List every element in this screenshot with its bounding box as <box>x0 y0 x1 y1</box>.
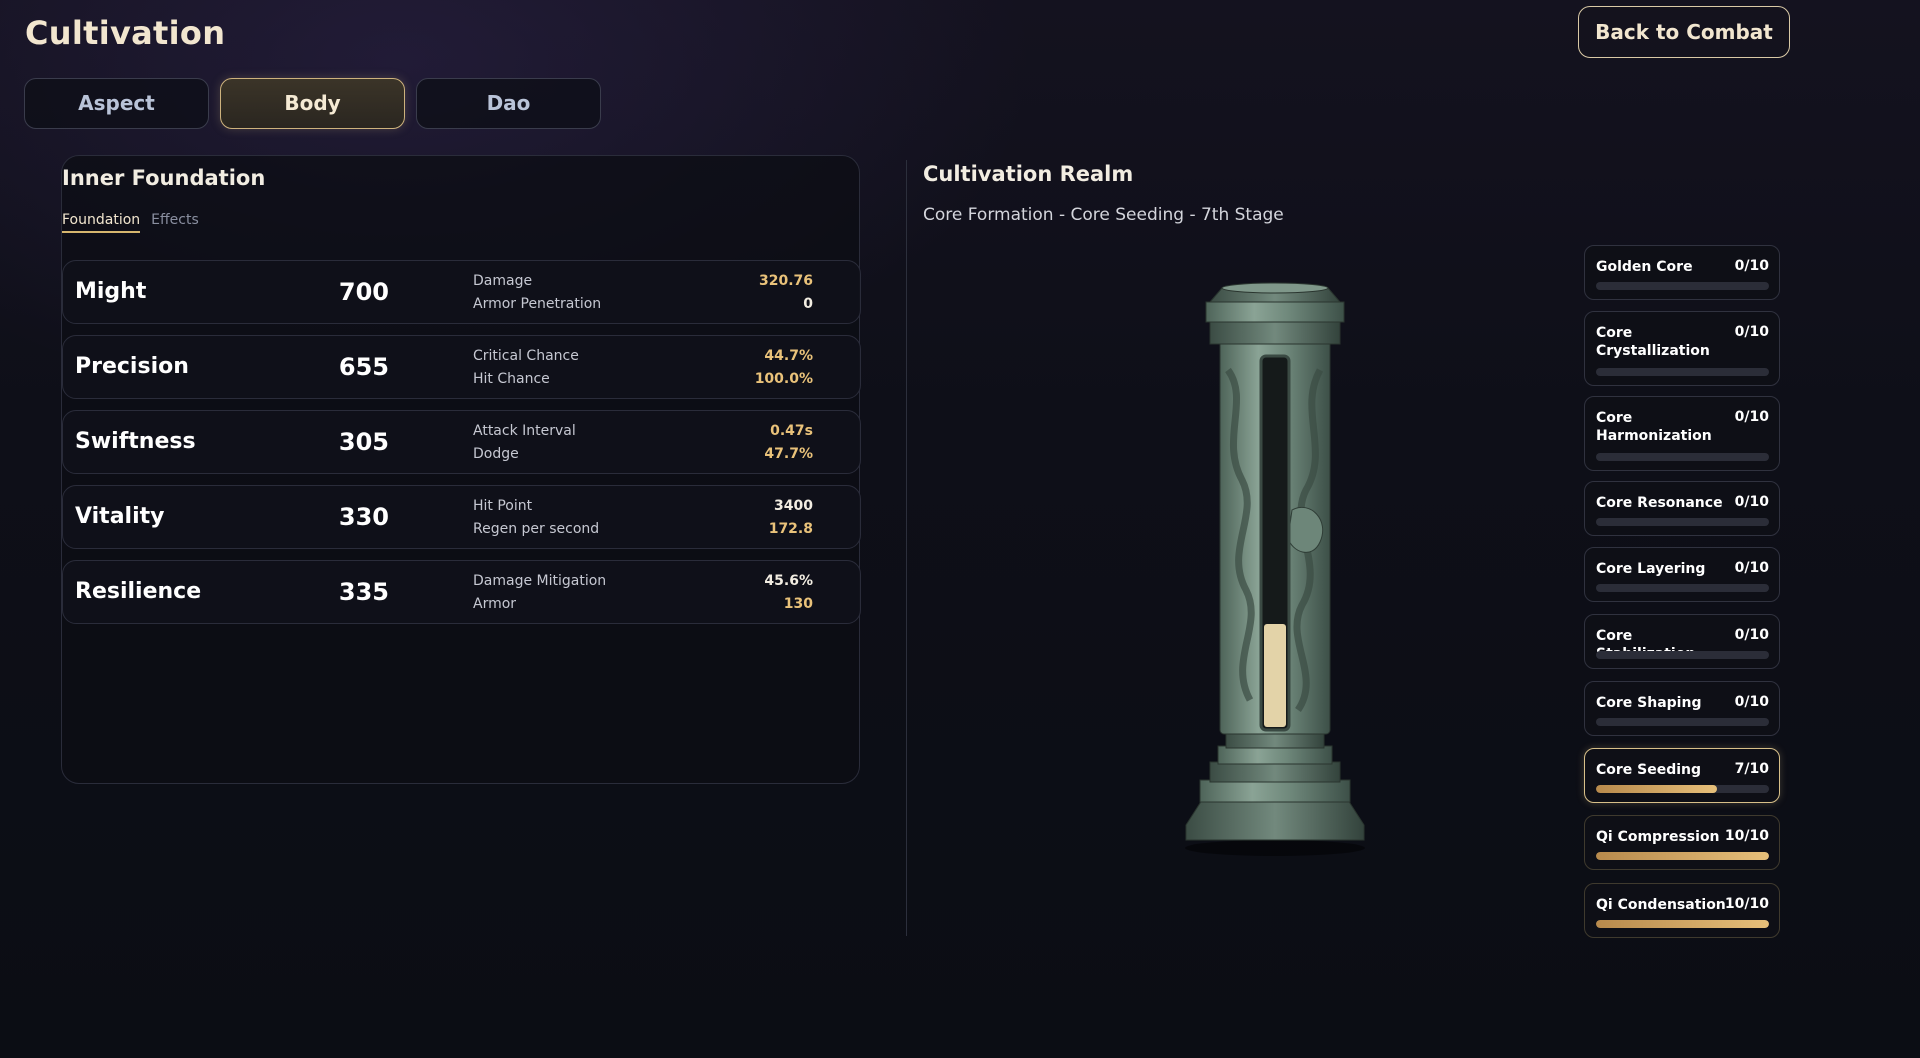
stat-value: 700 <box>338 278 389 306</box>
stat-name: Vitality <box>75 504 165 529</box>
stage-progress: 0/10 <box>1734 694 1769 710</box>
page-title: Cultivation <box>25 14 226 52</box>
effect-label: Damage <box>473 273 533 289</box>
stage-card-golden-core[interactable]: Golden Core 0/10 <box>1584 245 1780 300</box>
effect-label: Attack Interval <box>473 423 576 439</box>
effect-label: Regen per second <box>473 521 600 537</box>
stage-progress: 0/10 <box>1734 324 1769 340</box>
stat-row-precision: Precision 655 Critical Chance 44.7% Hit … <box>62 335 861 399</box>
effect-label: Damage Mitigation <box>473 573 607 589</box>
cultivation-screen: Cultivation Back to Combat Aspect Body D… <box>0 0 1920 1058</box>
stage-name: Core Harmonization <box>1596 410 1712 444</box>
stage-progress-bar <box>1596 718 1769 726</box>
effect-value: 172.8 <box>768 521 813 537</box>
effect-value: 0.47s <box>770 423 813 439</box>
realm-subtitle: Core Formation - Core Seeding - 7th Stag… <box>923 205 1284 225</box>
stage-progress-bar <box>1596 453 1769 461</box>
stage-card-core-stabilization[interactable]: Core Stabilization 0/10 <box>1584 614 1780 669</box>
stage-card-qi-condensation[interactable]: Qi Condensation 10/10 <box>1584 883 1780 938</box>
stage-card-qi-compression[interactable]: Qi Compression 10/10 <box>1584 815 1780 870</box>
effect-label: Hit Point <box>473 498 533 514</box>
panel-title: Inner Foundation <box>62 166 266 190</box>
stage-progress: 0/10 <box>1734 560 1769 576</box>
effect-value: 130 <box>783 596 813 612</box>
back-to-combat-button[interactable]: Back to Combat <box>1578 6 1790 58</box>
stage-progress-bar <box>1596 651 1769 659</box>
stage-progress-bar <box>1596 785 1769 793</box>
stage-card-core-shaping[interactable]: Core Shaping 0/10 <box>1584 681 1780 736</box>
inner-foundation-panel: Inner Foundation Foundation Effects Migh… <box>61 155 861 784</box>
stage-progress-bar <box>1596 368 1769 376</box>
stat-row-vitality: Vitality 330 Hit Point 3400 Regen per se… <box>62 485 861 549</box>
stat-row-might: Might 700 Damage 320.76 Armor Penetratio… <box>62 260 861 324</box>
stage-name: Core Seeding <box>1596 762 1702 778</box>
stage-name: Golden Core <box>1596 259 1693 275</box>
stat-value: 655 <box>338 353 389 381</box>
stat-name: Resilience <box>75 579 202 604</box>
stage-progress-fill <box>1596 852 1769 860</box>
stage-progress: 10/10 <box>1724 828 1769 844</box>
stage-progress-bar <box>1596 852 1769 860</box>
subtab-effects[interactable]: Effects <box>151 212 199 233</box>
stage-card-core-seeding[interactable]: Core Seeding 7/10 <box>1584 748 1780 803</box>
effect-value: 320.76 <box>758 273 813 289</box>
effect-label: Hit Chance <box>473 371 550 387</box>
stage-progress-bar <box>1596 920 1769 928</box>
stage-progress: 7/10 <box>1734 761 1769 777</box>
stat-name: Might <box>75 279 147 304</box>
stage-progress: 0/10 <box>1734 494 1769 510</box>
foundation-subtabs: Foundation Effects <box>62 212 199 233</box>
effect-value: 100.0% <box>754 371 813 387</box>
effect-value: 44.7% <box>764 348 813 364</box>
stage-card-core-crystallization[interactable]: Core Crystallization 0/10 <box>1584 311 1780 386</box>
realm-title: Cultivation Realm <box>923 162 1134 186</box>
effect-label: Armor Penetration <box>473 296 602 312</box>
stage-progress: 0/10 <box>1734 627 1769 643</box>
dragon-pillar-icon <box>1180 280 1370 860</box>
pillar-fill <box>1264 623 1286 727</box>
tab-body[interactable]: Body <box>220 78 405 129</box>
stage-progress-bar <box>1596 584 1769 592</box>
stage-name: Core Shaping <box>1596 695 1702 711</box>
stat-value: 330 <box>338 503 389 531</box>
stage-progress: 10/10 <box>1724 896 1769 912</box>
stage-progress-fill <box>1596 785 1718 793</box>
stat-value: 305 <box>338 428 389 456</box>
stage-card-core-layering[interactable]: Core Layering 0/10 <box>1584 547 1780 602</box>
tab-aspect[interactable]: Aspect <box>24 78 209 129</box>
tab-dao[interactable]: Dao <box>416 78 601 129</box>
stage-name: Qi Condensation <box>1596 897 1726 913</box>
stage-name: Core Resonance <box>1596 495 1723 511</box>
stat-row-swiftness: Swiftness 305 Attack Interval 0.47s Dodg… <box>62 410 861 474</box>
effect-label: Dodge <box>473 446 519 462</box>
stage-card-core-harmonization[interactable]: Core Harmonization 0/10 <box>1584 396 1780 471</box>
panel-divider <box>906 160 907 936</box>
stage-progress: 0/10 <box>1734 409 1769 425</box>
stage-progress-bar <box>1596 282 1769 290</box>
stage-progress-bar <box>1596 518 1769 526</box>
effect-value: 45.6% <box>764 573 813 589</box>
effect-value: 0 <box>803 296 813 312</box>
effect-label: Armor <box>473 596 517 612</box>
effect-label: Critical Chance <box>473 348 579 364</box>
effect-value: 47.7% <box>764 446 813 462</box>
stage-name: Core Crystallization <box>1596 325 1710 359</box>
stat-value: 335 <box>338 578 389 606</box>
stage-progress: 0/10 <box>1734 258 1769 274</box>
stat-name: Swiftness <box>75 429 196 454</box>
stage-progress-fill <box>1596 920 1769 928</box>
stat-name: Precision <box>75 354 189 379</box>
stage-card-core-resonance[interactable]: Core Resonance 0/10 <box>1584 481 1780 536</box>
effect-value: 3400 <box>774 498 813 514</box>
subtab-foundation[interactable]: Foundation <box>62 212 141 233</box>
stage-name: Qi Compression <box>1596 829 1720 845</box>
stat-row-resilience: Resilience 335 Damage Mitigation 45.6% A… <box>62 560 861 624</box>
stage-name: Core Layering <box>1596 561 1706 577</box>
cultivation-tabs: Aspect Body Dao <box>24 78 601 129</box>
